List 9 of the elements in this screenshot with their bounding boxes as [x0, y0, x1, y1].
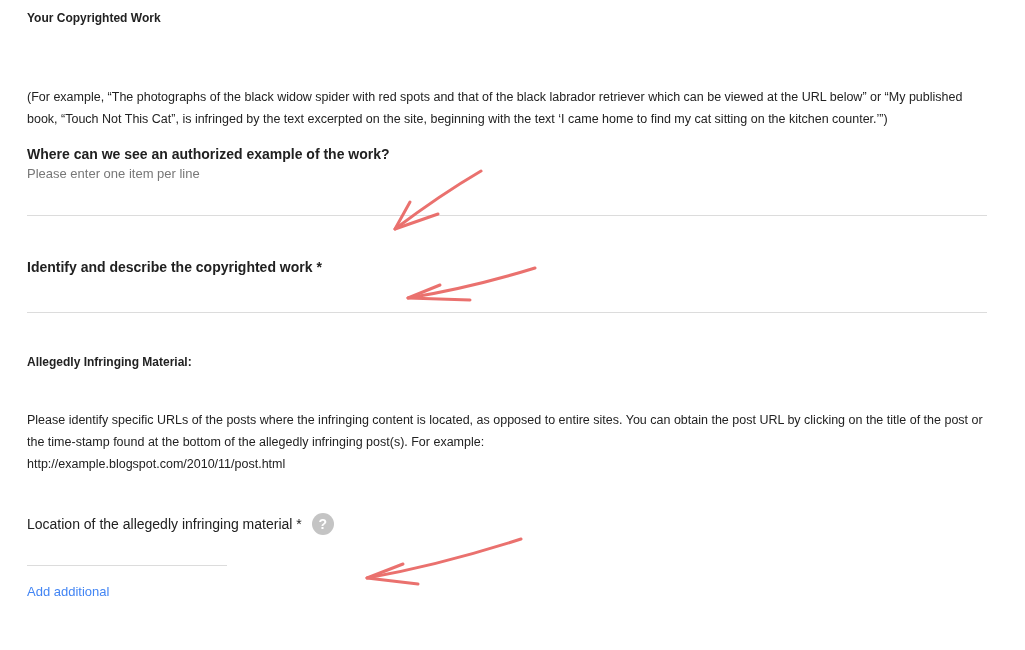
add-additional-link[interactable]: Add additional [27, 582, 110, 602]
field-label: Where can we see an authorized example of the work? [27, 145, 391, 164]
instruction-text: Please identify specific URLs of the posts where the infringing content is located, as opposed to entire sites. You can obtain the post URL by clicking on the title of the post or the time-stamp found at the bottom of the allegedly infringing post(s). For example: [27, 412, 984, 451]
field-label: Location of the allegedly infringing material * [27, 515, 302, 534]
section-heading: Your Copyrighted Work [27, 10, 162, 26]
example-text: (For example, “The photographs of the black widow spider with red spots and that of the black labrador retriever which can be viewed at the URL below” or “My published book, “Touch Not This Cat”, is infringed by the text excerpted on the site, beginning with the text ‘I came home to find my cat sitting on the kitchen counter.’”) [27, 89, 964, 128]
example-url: http://example.blogspot.com/2010/11/post.html [27, 456, 287, 473]
field-label: Identify and describe the copyrighted work * [27, 258, 323, 277]
section-heading: Allegedly Infringing Material: [27, 354, 193, 370]
